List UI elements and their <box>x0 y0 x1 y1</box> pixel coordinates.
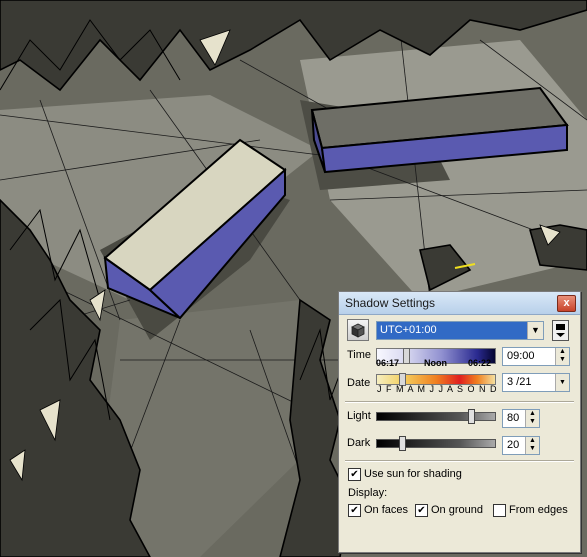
timezone-value: UTC+01:00 <box>380 324 437 336</box>
dark-stepper[interactable]: ▲ ▼ <box>525 437 539 454</box>
light-value: 80 <box>507 412 520 424</box>
on-faces-label: On faces <box>364 504 409 516</box>
time-value: 09:00 <box>507 350 535 362</box>
light-field[interactable]: 80 ▲ ▼ <box>502 409 540 428</box>
date-field[interactable]: 3 /21 ▼ <box>502 373 570 392</box>
sunrise-time: 06:17 <box>376 358 400 368</box>
close-glyph: x <box>563 297 570 309</box>
timezone-select[interactable]: UTC+01:00 ▼ <box>376 321 544 340</box>
use-sun-checkbox[interactable]: ✔ <box>348 468 361 481</box>
shadow-toggle-icon[interactable] <box>347 319 369 341</box>
divider <box>345 460 574 462</box>
use-sun-label: Use sun for shading <box>364 468 462 480</box>
display-label: Display: <box>348 487 388 499</box>
time-stepper[interactable]: ▲ ▼ <box>555 348 569 365</box>
close-icon[interactable]: x <box>557 295 576 312</box>
time-label: Time <box>347 349 372 361</box>
on-ground-checkbox[interactable]: ✔ <box>415 504 428 517</box>
date-label: Date <box>347 377 371 389</box>
dark-slider[interactable] <box>376 436 496 451</box>
dark-slider-thumb[interactable] <box>399 436 406 451</box>
time-slider-thumb[interactable] <box>403 348 410 364</box>
light-label: Light <box>347 410 371 422</box>
on-faces-checkbox[interactable]: ✔ <box>348 504 361 517</box>
divider <box>345 401 574 403</box>
sunset-time: 06:22 <box>468 358 492 368</box>
time-field[interactable]: 09:00 ▲ ▼ <box>502 347 570 366</box>
chevron-down-icon[interactable]: ▼ <box>555 374 569 391</box>
dialog-titlebar[interactable]: Shadow Settings x <box>339 292 580 315</box>
check-icon: ✔ <box>350 505 359 516</box>
light-slider-thumb[interactable] <box>468 409 475 424</box>
dark-value: 20 <box>507 439 520 451</box>
dialog-title: Shadow Settings <box>345 296 436 310</box>
display-pane-icon[interactable] <box>552 320 569 341</box>
light-stepper[interactable]: ▲ ▼ <box>525 410 539 427</box>
on-ground-label: On ground <box>431 504 483 516</box>
dark-label: Dark <box>347 437 371 449</box>
date-value: 3 /21 <box>507 376 532 388</box>
chevron-down-icon[interactable]: ▼ <box>527 322 543 339</box>
dark-field[interactable]: 20 ▲ ▼ <box>502 436 540 455</box>
check-icon: ✔ <box>417 505 426 516</box>
light-slider[interactable] <box>376 409 496 424</box>
noon-label: Noon <box>424 358 447 368</box>
from-edges-checkbox[interactable] <box>493 504 506 517</box>
shadow-settings-dialog: Shadow Settings x UTC+01:00 ▼ Time 06:17… <box>338 291 581 553</box>
month-scale: J F M A M J J A S O N D <box>377 384 498 394</box>
check-icon: ✔ <box>350 469 359 480</box>
from-edges-label: From edges <box>509 504 568 516</box>
